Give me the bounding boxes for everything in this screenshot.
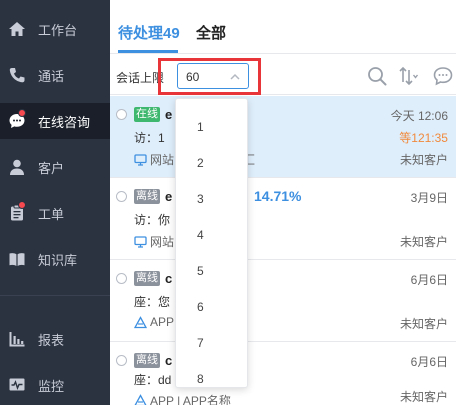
book-icon	[8, 250, 26, 268]
session-limit-dropdown: 1 2 3 4 5 6 7 8	[175, 98, 248, 388]
dropdown-option[interactable]: 7	[176, 325, 247, 361]
app-root: 工作台 通话 在线咨询 客户 工单 知识库 报表 监控 待处理49 全部 会话上…	[0, 0, 456, 405]
dropdown-option[interactable]: 3	[176, 181, 247, 217]
notification-dot	[18, 201, 26, 209]
session-item[interactable]: 离线 c 6月6日 座：dd APP | APP名称 未知客户	[110, 342, 456, 405]
source-label: APP | APP名称	[150, 394, 231, 405]
session-time: 3月9日	[410, 191, 448, 205]
session-preview: 访：1	[134, 131, 165, 145]
session-time: 6月6日	[410, 273, 448, 287]
sidebar-item-label: 监控	[38, 378, 65, 394]
sidebar-item-label: 知识库	[38, 252, 78, 268]
sidebar-item-workbench[interactable]: 工作台	[0, 11, 110, 47]
dropdown-option[interactable]: 6	[176, 289, 247, 325]
customer-label: 未知客户	[399, 317, 448, 331]
sidebar-item-knowledge-base[interactable]: 知识库	[0, 241, 110, 277]
monitor-icon	[134, 153, 147, 166]
sidebar-item-label: 客户	[38, 160, 65, 176]
source-label: APP	[150, 315, 175, 329]
wait-time: 等121:35	[399, 131, 448, 145]
session-source: 网站	[134, 233, 174, 250]
status-badge: 离线	[134, 189, 160, 204]
home-icon	[8, 20, 26, 38]
session-source: APP | APP名称	[134, 392, 231, 405]
chevron-up-icon	[228, 70, 242, 84]
notification-dot	[18, 109, 26, 117]
session-limit-select[interactable]: 60	[177, 63, 249, 89]
sidebar-item-tickets[interactable]: 工单	[0, 195, 110, 231]
session-time: 6月6日	[410, 355, 448, 369]
sidebar-item-online-consult[interactable]: 在线咨询	[0, 103, 110, 139]
sidebar-item-customers[interactable]: 客户	[0, 149, 110, 185]
source-label: 网站	[150, 235, 175, 249]
sidebar-item-label: 通话	[38, 68, 65, 84]
session-name: e	[165, 189, 173, 204]
user-icon	[8, 158, 26, 176]
sidebar-item-label: 报表	[38, 332, 65, 348]
session-source: APP	[133, 315, 175, 329]
customer-label: 未知客户	[399, 153, 448, 167]
session-preview: 访：你	[134, 213, 171, 227]
session-name: e	[165, 107, 173, 122]
session-time: 今天 12:06	[390, 109, 448, 123]
dropdown-option[interactable]: 5	[176, 253, 247, 289]
dropdown-option[interactable]: 8	[176, 361, 247, 387]
app-icon	[133, 315, 148, 329]
sidebar-item-calls[interactable]: 通话	[0, 57, 110, 93]
customer-label: 未知客户	[399, 390, 448, 404]
session-item[interactable]: 离线 c 6月6日 座：您 APP 未知客户	[110, 260, 456, 342]
select-radio[interactable]	[116, 273, 127, 284]
select-radio[interactable]	[116, 355, 127, 366]
percent-label: 14.71%	[254, 188, 302, 204]
sort-icon[interactable]	[397, 65, 419, 87]
sidebar-divider	[0, 295, 110, 296]
select-radio[interactable]	[116, 191, 127, 202]
tab-bar: 待处理49 全部	[110, 0, 456, 54]
status-badge: 在线	[134, 107, 160, 122]
sidebar-item-reports[interactable]: 报表	[0, 321, 110, 357]
session-preview: 座：dd	[134, 373, 172, 387]
monitor-icon	[8, 376, 26, 394]
sidebar-item-label: 在线咨询	[38, 114, 91, 130]
session-limit-value: 60	[186, 70, 200, 84]
app-icon	[134, 394, 147, 405]
sidebar: 工作台 通话 在线咨询 客户 工单 知识库 报表 监控	[0, 0, 110, 405]
status-badge: 离线	[134, 271, 160, 286]
active-tab-indicator	[118, 50, 178, 53]
dropdown-option[interactable]: 2	[176, 145, 247, 181]
session-name: c	[165, 353, 173, 368]
source-label: 网站	[150, 153, 175, 167]
customer-label: 未知客户	[399, 235, 448, 249]
session-item[interactable]: 离线 e 14.71% 3月9日 访：你 网站 未知客户	[110, 178, 456, 260]
select-radio[interactable]	[116, 109, 127, 120]
bar-chart-icon	[8, 330, 26, 348]
monitor-icon	[134, 235, 147, 248]
session-item[interactable]: 在线 e 今天 12:06 访：1 等121:35 网站 汇 未知客户	[110, 96, 456, 178]
search-icon[interactable]	[366, 65, 388, 87]
session-limit-label: 会话上限	[116, 71, 165, 85]
phone-icon	[8, 66, 26, 84]
session-source: 网站	[134, 151, 174, 168]
filter-bar: 会话上限 60	[110, 55, 456, 95]
main-panel: 待处理49 全部 会话上限 60 在线 e 今天 12:06 访：1 等121:…	[110, 0, 456, 405]
session-name: c	[165, 271, 173, 286]
dropdown-option[interactable]: 4	[176, 217, 247, 253]
session-preview: 座：您	[134, 295, 171, 309]
tab-pending[interactable]: 待处理49	[118, 22, 180, 43]
dropdown-option[interactable]: 1	[176, 109, 247, 145]
chat-bubble-icon[interactable]	[432, 65, 454, 87]
tab-all[interactable]: 全部	[196, 22, 226, 43]
sidebar-item-label: 工单	[38, 206, 65, 222]
status-badge: 离线	[134, 353, 160, 368]
sidebar-item-label: 工作台	[38, 22, 78, 38]
sidebar-item-monitor[interactable]: 监控	[0, 367, 110, 403]
